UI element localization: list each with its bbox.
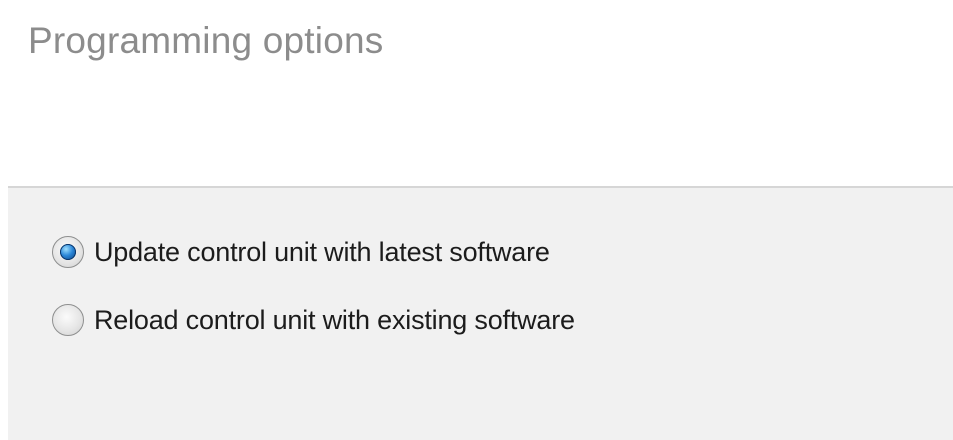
programming-options-page: Programming options Update control unit … (0, 0, 953, 440)
radio-dot (60, 244, 76, 260)
header: Programming options (0, 0, 953, 186)
radio-selected-icon[interactable] (52, 236, 84, 268)
options-panel: Update control unit with latest software… (8, 188, 953, 440)
option-label: Reload control unit with existing softwa… (94, 304, 575, 335)
option-label: Update control unit with latest software (94, 236, 550, 267)
option-update-latest-software[interactable]: Update control unit with latest software (52, 236, 550, 268)
option-reload-existing-software[interactable]: Reload control unit with existing softwa… (52, 304, 575, 336)
page-title: Programming options (28, 20, 384, 61)
radio-unselected-icon[interactable] (52, 304, 84, 336)
